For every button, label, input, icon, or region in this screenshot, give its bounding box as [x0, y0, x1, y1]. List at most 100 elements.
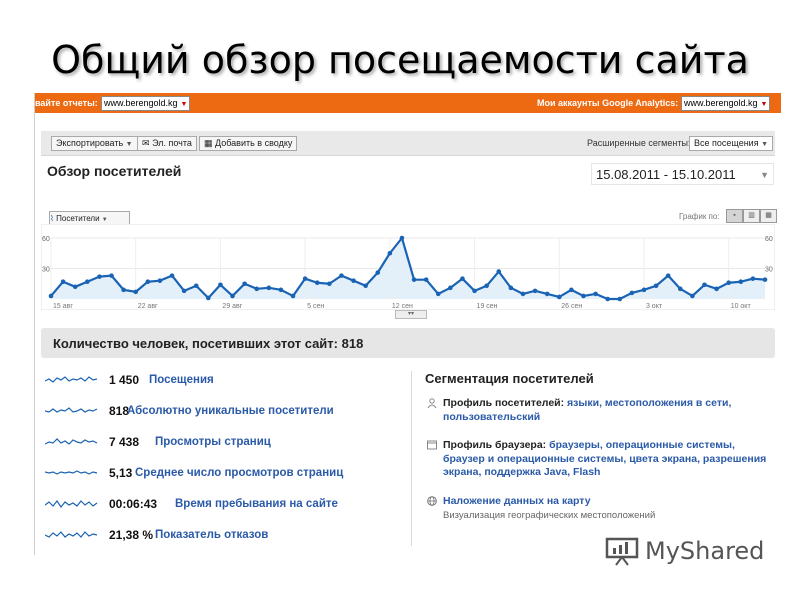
- data-point: [532, 288, 538, 294]
- grip-icon: ▾▾: [407, 311, 415, 317]
- data-point: [544, 291, 550, 297]
- data-point: [472, 288, 477, 294]
- segment-value: Все посещения: [694, 138, 759, 148]
- metric-link[interactable]: Время пребывания на сайте: [175, 498, 338, 510]
- graph-by-week-button[interactable]: ▥: [743, 209, 760, 223]
- chevron-down-icon: ▼: [101, 217, 108, 223]
- data-point: [302, 276, 308, 281]
- accounts-site-value: www.berengold.kg: [684, 98, 758, 108]
- data-point: [641, 287, 647, 293]
- data-point: [230, 293, 235, 299]
- globe-icon: [427, 496, 437, 506]
- sparkline-icon: [45, 499, 98, 509]
- chart-resize-handle[interactable]: ▾▾: [395, 310, 427, 319]
- segment-link[interactable]: пользовательский: [443, 411, 540, 423]
- metric-link[interactable]: Абсолютно уникальные посетители: [127, 405, 334, 417]
- data-point: [411, 277, 417, 282]
- data-point: [714, 286, 719, 292]
- segment-link[interactable]: местоположения в сети,: [605, 397, 731, 409]
- data-point: [750, 276, 756, 281]
- data-point: [690, 293, 695, 299]
- visitors-summary-bar: Количество человек, посетивших этот сайт…: [41, 328, 775, 358]
- chevron-down-icon: ▼: [125, 141, 133, 148]
- x-tick-label: 10 окт: [731, 303, 752, 310]
- data-point: [145, 279, 151, 285]
- data-point: [157, 278, 163, 283]
- data-point: [423, 277, 429, 282]
- data-point: [363, 283, 368, 289]
- data-point: [581, 293, 586, 299]
- data-point: [520, 291, 526, 297]
- data-point: [399, 235, 405, 241]
- column-divider: [411, 371, 412, 546]
- data-point: [484, 283, 489, 289]
- segment-link[interactable]: языки,: [567, 397, 602, 409]
- data-point: [181, 288, 187, 294]
- y-tick-left: 60: [42, 236, 50, 243]
- add-to-dashboard-button[interactable]: ▦ Добавить в сводку: [199, 136, 298, 151]
- data-point: [508, 285, 514, 291]
- segment-link[interactable]: Flash: [573, 466, 600, 478]
- data-point: [133, 289, 139, 295]
- data-point: [738, 279, 744, 285]
- data-point: [314, 280, 320, 286]
- segment-link[interactable]: поддержка Java,: [484, 466, 570, 478]
- data-point: [109, 273, 114, 278]
- segment-select[interactable]: Все посещения ▼: [689, 136, 774, 151]
- metric-link[interactable]: Среднее число просмотров страниц: [135, 467, 343, 479]
- export-button[interactable]: Экспортировать ▼: [51, 136, 138, 151]
- accounts-site-select[interactable]: www.berengold.kg ▼: [681, 96, 771, 111]
- metric-value: 00:06:43: [109, 497, 158, 511]
- data-point: [60, 279, 66, 285]
- data-point: [387, 250, 393, 256]
- advanced-segments-label: Расширенные сегменты:: [587, 138, 691, 148]
- x-tick-label: 26 сен: [561, 303, 582, 310]
- browser-window-icon: [427, 440, 437, 450]
- graph-by-day-button[interactable]: ▪: [726, 209, 743, 223]
- data-point: [193, 283, 199, 289]
- segment-link[interactable]: цвета экрана,: [629, 453, 700, 465]
- x-tick-label: 5 сен: [307, 303, 324, 310]
- data-point: [448, 285, 453, 291]
- metric-link[interactable]: Показатель отказов: [155, 529, 268, 541]
- x-tick-label: 22 авг: [138, 303, 158, 310]
- data-point: [48, 293, 54, 299]
- visitor-profile-body: Профиль посетителей: языки, местоположен…: [443, 397, 773, 424]
- segment-link[interactable]: браузеры,: [549, 439, 603, 451]
- date-range-picker[interactable]: 15.08.2011 - 15.10.2011 ▼: [591, 163, 774, 185]
- email-button[interactable]: ✉ Эл. почта: [137, 136, 197, 151]
- metric-link[interactable]: Посещения: [149, 374, 214, 386]
- map-overlay-link[interactable]: Наложение данных на карту: [443, 495, 591, 507]
- segment-link[interactable]: браузер и операционные системы,: [443, 453, 626, 465]
- dashboard-icon: ▦: [204, 138, 213, 148]
- data-point: [327, 281, 332, 287]
- account-bar: вайте отчеты: www.berengold.kg ▼ Мои акка…: [35, 93, 781, 113]
- data-point: [242, 281, 247, 287]
- email-label: Эл. почта: [152, 138, 192, 148]
- data-point: [72, 284, 78, 290]
- graph-by-month-button[interactable]: ▦: [760, 209, 777, 223]
- data-point: [435, 291, 441, 297]
- visitors-line-chart: 60 30 60 30 15 авг 22 авг 29 авг 5 сен 12 сен 19 …: [41, 224, 775, 310]
- sparkline-icon: [45, 407, 98, 413]
- metric-value: 5,13: [109, 466, 133, 480]
- accounts-label: Мои аккаунты Google Analytics:: [537, 98, 679, 108]
- metric-link[interactable]: Просмотры страниц: [155, 436, 271, 448]
- data-point: [677, 286, 683, 292]
- data-point: [121, 287, 126, 293]
- map-overlay-description: Визуализация географических местоположен…: [443, 509, 656, 521]
- y-tick-right: 30: [765, 267, 773, 274]
- data-point: [254, 286, 260, 292]
- export-label: Экспортировать: [56, 138, 124, 148]
- data-point: [375, 270, 381, 275]
- data-point: [206, 295, 211, 301]
- segment-link[interactable]: операционные системы,: [606, 439, 735, 451]
- report-toolbar: Экспортировать ▼ ✉ Эл. почта ▦ Добавить …: [41, 131, 775, 156]
- reports-site-select[interactable]: www.berengold.kg ▼: [101, 96, 191, 111]
- data-point: [351, 278, 356, 283]
- presentation-board-icon: [605, 537, 639, 566]
- chevron-down-icon: ▼: [761, 141, 769, 148]
- x-tick-label: 15 авг: [53, 303, 73, 310]
- data-point: [629, 290, 635, 296]
- myshared-logo-text: MyShared: [645, 537, 765, 565]
